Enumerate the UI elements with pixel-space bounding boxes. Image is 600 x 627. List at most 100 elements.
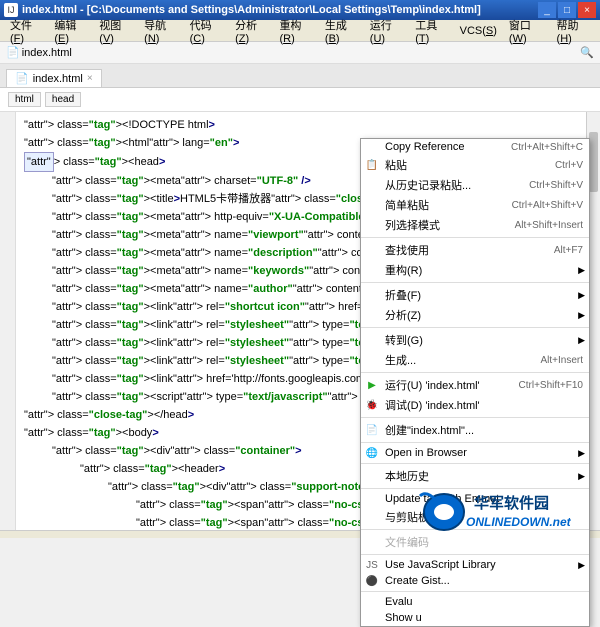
menu-item[interactable]: 窗口(W) — [503, 15, 551, 47]
menu-icon: 📋 — [365, 158, 379, 172]
menu-label: 调试(D) 'index.html' — [385, 397, 583, 413]
scrollbar-thumb[interactable] — [589, 132, 598, 192]
menu-label: 重构(R) — [385, 262, 583, 278]
context-menu-item[interactable]: 列选择模式 Alt+Shift+Insert — [361, 215, 589, 235]
menu-label: Create Gist... — [385, 575, 583, 587]
context-menu-item[interactable]: 📋粘贴Ctrl+V — [361, 155, 589, 175]
context-menu-item[interactable]: 本地历史▶ — [361, 466, 589, 486]
gutter — [0, 112, 16, 530]
menu-separator — [361, 442, 589, 443]
breadcrumb-item[interactable]: html — [8, 92, 41, 107]
menu-item[interactable]: 重构(R) — [273, 15, 318, 47]
menu-label: 折叠(F) — [385, 287, 583, 303]
menu-separator — [361, 237, 589, 238]
menu-bar: 文件(F)编辑(E)视图(V)导航(N)代码(C)分析(Z)重构(R)生成(B)… — [0, 20, 600, 42]
menu-shortcut: Ctrl+Shift+F10 — [519, 380, 583, 391]
file-icon: 📄 — [15, 72, 29, 85]
editor-tabs: 📄 index.html × — [0, 64, 600, 88]
menu-item[interactable]: 工具(T) — [409, 15, 453, 47]
menu-label: Evalu — [385, 596, 583, 608]
menu-item[interactable]: 生成(B) — [319, 15, 364, 47]
context-menu-item[interactable]: Copy Reference Ctrl+Alt+Shift+C — [361, 139, 589, 155]
menu-separator — [361, 417, 589, 418]
context-menu-item[interactable]: 查找使用Alt+F7 — [361, 240, 589, 260]
submenu-arrow-icon: ▶ — [578, 560, 585, 571]
tab-index-html[interactable]: 📄 index.html × — [6, 69, 102, 87]
menu-item[interactable]: 视图(V) — [93, 15, 138, 47]
menu-item[interactable]: 代码(C) — [184, 15, 229, 47]
menu-label: 本地历史 — [385, 468, 583, 484]
context-menu-item[interactable]: Show u — [361, 610, 589, 626]
context-menu-item[interactable]: JS Use JavaScript Library▶ — [361, 557, 589, 573]
menu-separator — [361, 554, 589, 555]
menu-shortcut: Alt+Shift+Insert — [515, 220, 583, 231]
menu-shortcut: Ctrl+Alt+Shift+C — [511, 142, 583, 153]
context-menu-item[interactable]: 生成... Alt+Insert — [361, 350, 589, 370]
search-icon[interactable]: 🔍 — [580, 46, 594, 60]
menu-separator — [361, 372, 589, 373]
menu-item[interactable]: 分析(Z) — [229, 15, 273, 47]
menu-label: Copy Reference — [385, 141, 501, 153]
context-menu-item: 文件编码 — [361, 532, 589, 552]
context-menu-item[interactable]: 折叠(F)▶ — [361, 285, 589, 305]
context-menu-item[interactable]: Evalu — [361, 594, 589, 610]
menu-label: 查找使用 — [385, 242, 544, 258]
context-menu-item[interactable]: 🐞 调试(D) 'index.html' — [361, 395, 589, 415]
menu-separator — [361, 488, 589, 489]
context-menu-item[interactable]: 🌐 Open in Browser▶ — [361, 445, 589, 461]
menu-item[interactable]: 编辑(E) — [48, 15, 93, 47]
menu-label: 简单粘贴 — [385, 197, 502, 213]
watermark-en: ONLINEDOWN.net — [466, 515, 572, 529]
submenu-arrow-icon: ▶ — [578, 265, 585, 276]
menu-item[interactable]: 导航(N) — [138, 15, 183, 47]
submenu-arrow-icon: ▶ — [578, 310, 585, 321]
menu-icon: 📄 — [365, 423, 379, 437]
toolbar-file-label: index.html — [22, 47, 72, 59]
context-menu-item[interactable]: 简单粘贴 Ctrl+Alt+Shift+V — [361, 195, 589, 215]
submenu-arrow-icon: ▶ — [578, 471, 585, 482]
code-line[interactable]: "attr"> class="tag"><!DOCTYPE html> — [20, 116, 600, 134]
close-tab-icon[interactable]: × — [87, 73, 93, 84]
menu-icon: 🌐 — [365, 446, 379, 460]
submenu-arrow-icon: ▶ — [578, 448, 585, 459]
context-menu-item[interactable]: 重构(R)▶ — [361, 260, 589, 280]
context-menu-item[interactable]: 📄 创建"index.html"... — [361, 420, 589, 440]
context-menu-item[interactable]: 分析(Z)▶ — [361, 305, 589, 325]
file-icon: 📄 — [6, 46, 20, 59]
context-menu-item[interactable]: 转到(G)▶ — [361, 330, 589, 350]
menu-label: Use JavaScript Library — [385, 559, 583, 571]
context-menu-item[interactable]: ⚫ Create Gist... — [361, 573, 589, 589]
menu-shortcut: Ctrl+Alt+Shift+V — [512, 200, 583, 211]
watermark-cn: 华军软件园 — [474, 494, 549, 512]
menu-item[interactable]: 文件(F) — [4, 15, 48, 47]
menu-icon: ▶ — [365, 378, 379, 392]
menu-shortcut: Alt+Insert — [540, 355, 583, 366]
context-menu: Copy ReferenceCtrl+Alt+Shift+C📋粘贴Ctrl+V从… — [360, 138, 590, 627]
menu-icon: 🐞 — [365, 398, 379, 412]
menu-label: 运行(U) 'index.html' — [385, 377, 509, 393]
menu-label: Show u — [385, 612, 583, 624]
context-menu-item[interactable]: ▶ 运行(U) 'index.html' Ctrl+Shift+F10 — [361, 375, 589, 395]
menu-label: 分析(Z) — [385, 307, 583, 323]
menu-label: 从历史记录粘贴... — [385, 177, 519, 193]
menu-separator — [361, 327, 589, 328]
menu-separator — [361, 282, 589, 283]
menu-label: Open in Browser — [385, 447, 583, 459]
menu-label: 转到(G) — [385, 332, 583, 348]
submenu-arrow-icon: ▶ — [578, 335, 585, 346]
menu-item[interactable]: 运行(U) — [364, 15, 409, 47]
menu-label: 文件编码 — [385, 534, 583, 550]
breadcrumb-item[interactable]: head — [45, 92, 81, 107]
menu-separator — [361, 591, 589, 592]
menu-icon: ⚫ — [365, 574, 379, 588]
menu-label: 列选择模式 — [385, 217, 505, 233]
menu-label: 创建"index.html"... — [385, 422, 583, 438]
menu-item[interactable]: 帮助(H) — [551, 15, 596, 47]
menu-label: 生成... — [385, 352, 530, 368]
menu-item[interactable]: VCS(S) — [454, 23, 503, 39]
menu-shortcut: Ctrl+Shift+V — [529, 180, 583, 191]
menu-icon: JS — [365, 558, 379, 572]
watermark-logo: 华军软件园 ONLINEDOWN.net — [416, 490, 596, 534]
tab-label: index.html — [33, 73, 83, 85]
context-menu-item[interactable]: 从历史记录粘贴... Ctrl+Shift+V — [361, 175, 589, 195]
